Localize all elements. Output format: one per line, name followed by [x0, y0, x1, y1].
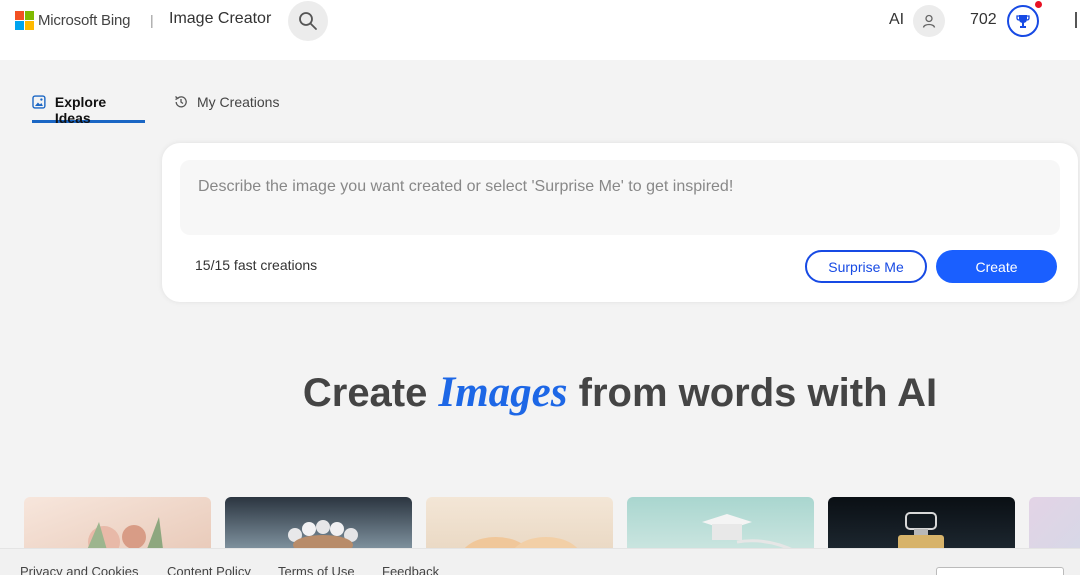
footer-link-privacy[interactable]: Privacy and Cookies	[20, 564, 139, 575]
footer-link-feedback[interactable]: Feedback	[382, 564, 439, 575]
brand-name[interactable]: Microsoft Bing	[38, 12, 130, 29]
tab-label: My Creations	[197, 94, 280, 110]
hero-text-accent: Images	[438, 369, 568, 416]
tab-label: Explore Ideas	[54, 94, 107, 126]
notification-dot	[1035, 1, 1042, 8]
footer-link-content-policy[interactable]: Content Policy	[167, 564, 251, 575]
user-icon	[922, 14, 936, 28]
history-icon	[175, 96, 187, 108]
microsoft-logo-icon[interactable]	[15, 11, 34, 30]
app-title[interactable]: Image Creator	[169, 10, 271, 28]
tab-explore-ideas[interactable]: Explore Ideas	[32, 94, 145, 126]
rewards-points[interactable]: 702	[970, 11, 997, 29]
search-icon	[299, 12, 317, 30]
logo-square-red	[15, 11, 24, 20]
top-header: Microsoft Bing | Image Creator AI 702	[0, 0, 1080, 60]
hero-text-after: from words with AI	[578, 371, 938, 415]
ai-label[interactable]: AI	[889, 11, 904, 29]
fast-creations-counter: 15/15 fast creations	[195, 257, 318, 273]
logo-square-yellow	[25, 21, 34, 30]
create-button[interactable]: Create	[936, 250, 1057, 283]
logo-square-blue	[15, 21, 24, 30]
footer: Privacy and Cookies Content Policy Terms…	[0, 548, 1080, 575]
tab-my-creations[interactable]: My Creations	[174, 94, 279, 123]
menu-edge-icon[interactable]	[1075, 12, 1077, 28]
search-button[interactable]	[288, 1, 328, 41]
header-divider: |	[150, 12, 154, 28]
logo-square-green	[25, 11, 34, 20]
rewards-button[interactable]	[1007, 5, 1039, 37]
trophy-icon	[1016, 15, 1030, 28]
hero-text-before: Create	[302, 371, 428, 415]
hero-heading: Create Images from words with AI	[0, 368, 1080, 417]
footer-control[interactable]	[936, 567, 1064, 575]
surprise-me-button[interactable]: Surprise Me	[805, 250, 927, 283]
profile-button[interactable]	[913, 5, 945, 37]
prompt-input[interactable]	[180, 160, 1060, 235]
footer-link-terms[interactable]: Terms of Use	[278, 564, 355, 575]
image-icon	[32, 95, 46, 109]
prompt-card: 15/15 fast creations Surprise Me Create	[162, 143, 1078, 302]
